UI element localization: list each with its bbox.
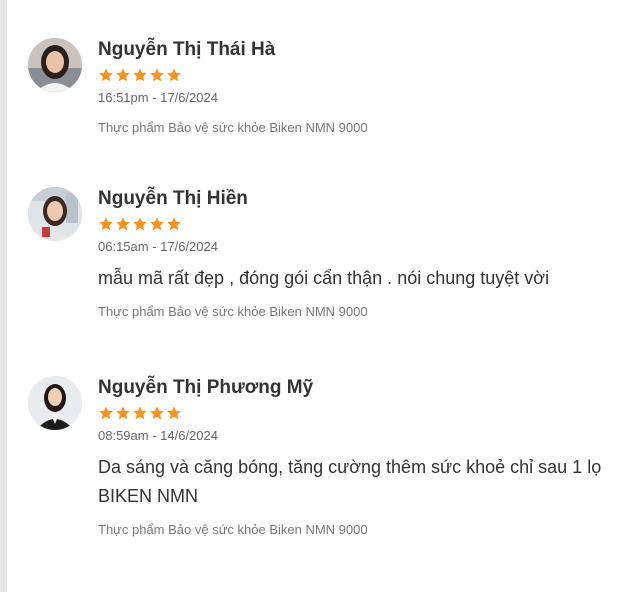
- avatar: [28, 187, 82, 241]
- star-icon: [116, 406, 130, 420]
- star-icon: [150, 406, 164, 420]
- star-icon: [116, 217, 130, 231]
- star-icon: [167, 217, 181, 231]
- reviewed-product: Thực phẩm Bảo vệ sức khỏe Biken NMN 9000: [98, 120, 368, 135]
- star-icon: [150, 217, 164, 231]
- reviewer-name: Nguyễn Thị Hiền: [98, 188, 248, 209]
- review-timestamp: 06:15am - 17/6/2024: [98, 239, 218, 254]
- review-timestamp: 08:59am - 14/6/2024: [98, 428, 218, 443]
- review-timestamp: 16:51pm - 17/6/2024: [98, 90, 218, 105]
- review-comment: Da sáng và căng bóng, tăng cường thêm sứ…: [98, 457, 602, 506]
- avatar: [28, 376, 82, 430]
- star-icon: [150, 68, 164, 82]
- star-icon: [116, 68, 130, 82]
- review-comment: mẫu mã rất đẹp , đóng gói cẩn thận . nói…: [98, 268, 550, 288]
- star-icon: [99, 217, 113, 231]
- star-icon: [133, 217, 147, 231]
- star-icon: [133, 68, 147, 82]
- star-icon: [133, 406, 147, 420]
- rating-stars: [98, 216, 639, 232]
- reviewed-product: Thực phẩm Bảo vệ sức khỏe Biken NMN 9000: [98, 304, 368, 319]
- left-border-rule: [0, 0, 7, 592]
- rating-stars: [98, 67, 639, 83]
- star-icon: [99, 406, 113, 420]
- star-icon: [167, 68, 181, 82]
- star-icon: [99, 68, 113, 82]
- reviewer-name: Nguyễn Thị Thái Hà: [98, 39, 276, 60]
- reviewer-name: Nguyễn Thị Phương Mỹ: [98, 377, 314, 398]
- reviewed-product: Thực phẩm Bảo vệ sức khỏe Biken NMN 9000: [98, 522, 368, 537]
- avatar: [28, 38, 82, 92]
- rating-stars: [98, 405, 639, 421]
- star-icon: [167, 406, 181, 420]
